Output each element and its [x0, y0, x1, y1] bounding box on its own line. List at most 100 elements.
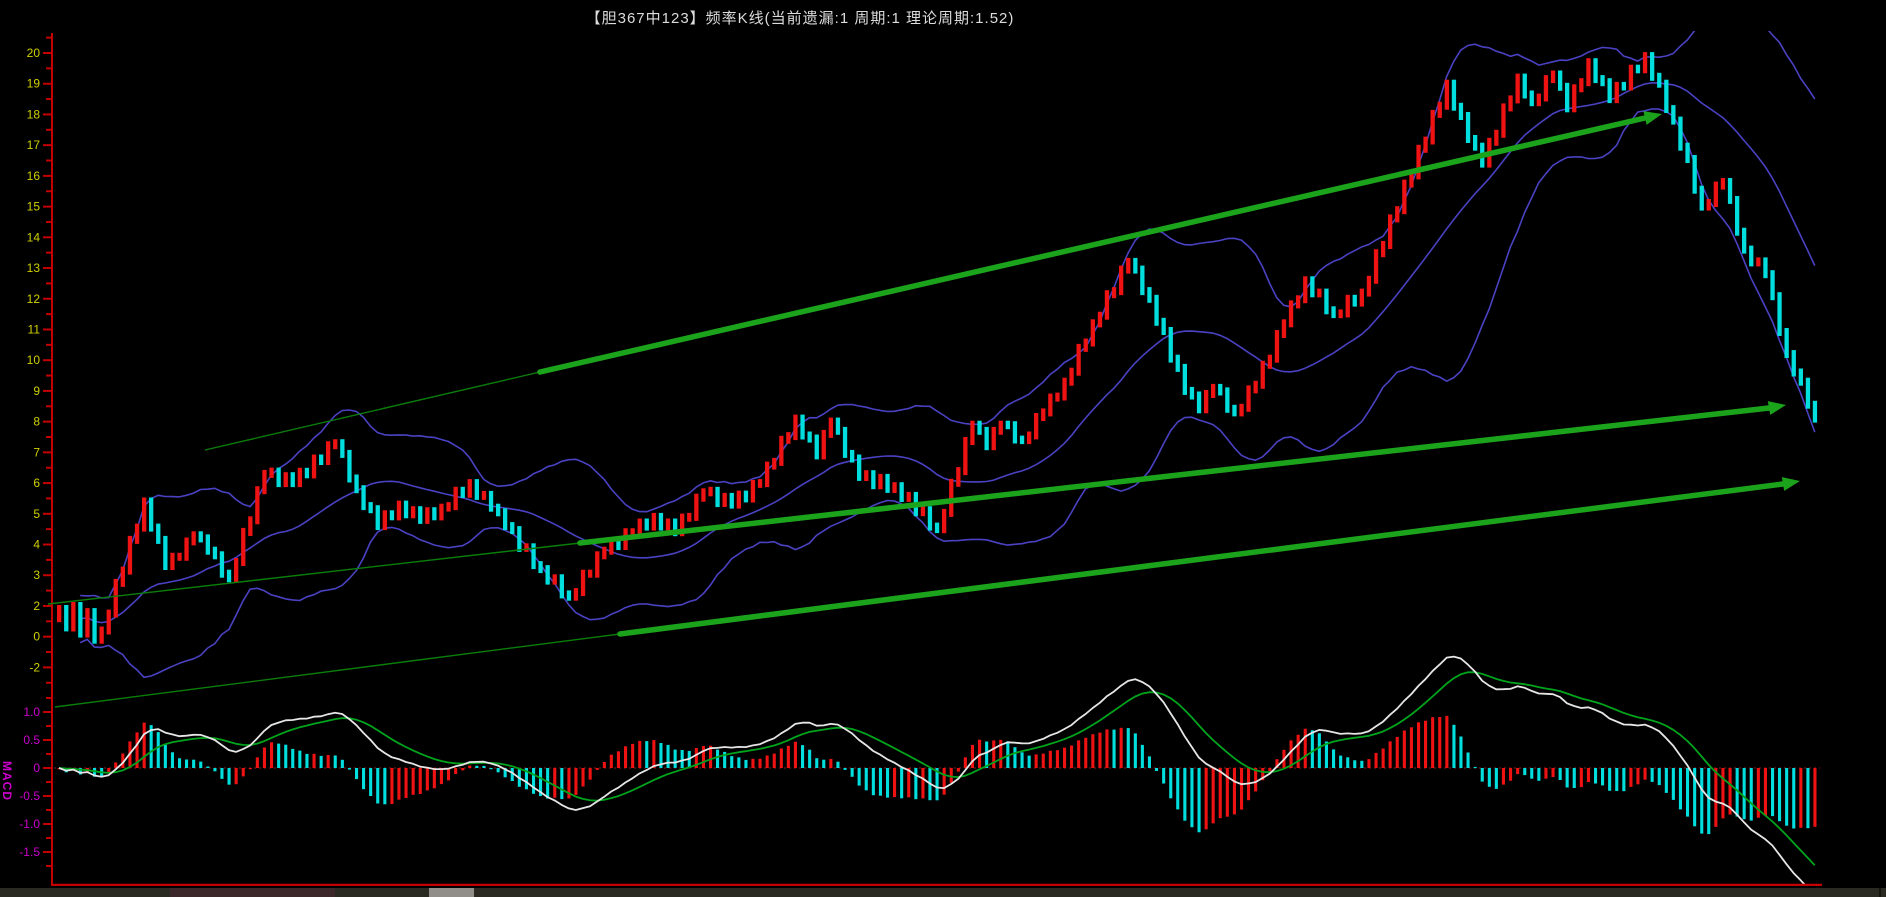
- horizontal-scrollbar[interactable]: [0, 888, 1886, 897]
- macd-bar-up: [1799, 768, 1802, 828]
- macd-bar-down: [865, 768, 868, 790]
- candle-down: [496, 504, 500, 517]
- candle-down: [1473, 135, 1477, 151]
- candle-up: [1275, 330, 1279, 363]
- macd-bar-up: [574, 768, 577, 795]
- candle-up: [269, 468, 273, 478]
- candle-down: [1558, 71, 1562, 91]
- candle-up: [121, 567, 125, 587]
- macd-bar-up: [964, 757, 967, 768]
- candle-up: [524, 543, 528, 552]
- macd-pane-label: MACD: [0, 761, 14, 801]
- candle-up: [1296, 295, 1300, 308]
- macd-bar-down: [914, 768, 917, 799]
- candle-up: [439, 504, 443, 521]
- macd-bar-up: [1509, 768, 1512, 781]
- candle-down: [715, 487, 719, 507]
- macd-bar-down: [808, 750, 811, 768]
- candle-up: [1077, 344, 1081, 376]
- macd-bar-down: [277, 744, 280, 768]
- macd-bar-down: [284, 745, 287, 768]
- candle-down: [538, 561, 542, 573]
- price-axis-label: 19: [27, 77, 41, 91]
- candle-up: [949, 479, 953, 517]
- candle-down: [1331, 306, 1335, 318]
- macd-bar-down: [1134, 733, 1137, 768]
- candle-up: [595, 551, 599, 577]
- price-axis-label: 7: [33, 445, 40, 459]
- macd-bar-down: [1622, 768, 1625, 791]
- macd-pane: [54, 657, 1820, 886]
- candle-down: [659, 513, 663, 531]
- candle-up: [1055, 393, 1059, 402]
- macd-bar-down: [348, 768, 351, 770]
- macd-bar-up: [1424, 721, 1427, 768]
- scrollbar-thumb[interactable]: [429, 888, 474, 897]
- macd-bar-up: [1212, 768, 1215, 823]
- candle-up: [708, 487, 712, 497]
- macd-bar-down: [1495, 768, 1498, 789]
- candle-up: [454, 487, 458, 510]
- candle-down: [199, 531, 203, 542]
- price-axis-label: 20: [27, 46, 41, 60]
- price-axis: 2019181716151413121110987654320-2: [27, 33, 52, 886]
- candle-up: [687, 513, 691, 522]
- macd-axis-label: -1.0: [19, 817, 40, 831]
- macd-bar-up: [1502, 768, 1505, 785]
- chart-canvas[interactable]: 2019181716151413121110987654320-21.00.50…: [0, 0, 1886, 886]
- candle-down: [277, 468, 281, 488]
- candle-up: [326, 441, 330, 465]
- macd-bar-up: [582, 768, 585, 787]
- macd-bar-down: [886, 768, 889, 798]
- macd-bar-down: [1162, 768, 1165, 784]
- candle-down: [340, 439, 344, 458]
- macd-bar-up: [235, 768, 238, 784]
- macd-axis-label: -0.5: [19, 789, 40, 803]
- macd-bar-up: [1552, 768, 1555, 777]
- candle-down: [461, 487, 465, 498]
- candle-up: [1091, 319, 1095, 346]
- candle-up: [581, 570, 585, 596]
- macd-bar-up: [242, 768, 245, 776]
- macd-bar-down: [1523, 768, 1526, 775]
- macd-bar-down: [1559, 768, 1562, 780]
- candle-down: [390, 510, 394, 520]
- candle-down: [305, 468, 309, 479]
- macd-bar-down: [801, 745, 804, 768]
- macd-bar-down: [1481, 768, 1484, 782]
- price-axis-label: 14: [27, 230, 41, 244]
- candle-down: [369, 502, 373, 513]
- macd-bar-up: [957, 768, 960, 772]
- macd-bar-up: [426, 768, 429, 790]
- macd-bar-down: [213, 768, 216, 771]
- candle-up: [1069, 368, 1073, 386]
- trend-arrows: [48, 111, 1800, 707]
- macd-bar-down: [1537, 768, 1540, 781]
- price-axis-label: 16: [27, 169, 41, 183]
- candle-up: [1027, 432, 1031, 445]
- candle-down: [1608, 78, 1612, 103]
- candle-down: [985, 427, 989, 450]
- candle-down: [1622, 82, 1626, 91]
- candle-down: [1728, 178, 1732, 204]
- macd-bar-down: [355, 768, 358, 779]
- candle-down: [800, 415, 804, 440]
- macd-bar-down: [228, 768, 231, 785]
- trend-line-thin: [205, 372, 540, 450]
- macd-bar-down: [1665, 768, 1668, 793]
- candle-up: [1246, 385, 1250, 411]
- candle-up: [1105, 290, 1109, 320]
- scrollbar-range-segment: [170, 888, 335, 897]
- macd-bar-up: [447, 768, 450, 780]
- candle-down: [1459, 103, 1463, 120]
- candle-up: [468, 479, 472, 498]
- macd-bar-down: [1339, 756, 1342, 768]
- macd-bar-down: [157, 732, 160, 768]
- candle-up: [751, 480, 755, 503]
- macd-bar-up: [1382, 749, 1385, 769]
- macd-bar-up: [1714, 768, 1717, 827]
- candle-down: [1792, 350, 1796, 376]
- macd-bar-up: [1304, 729, 1307, 768]
- macd-bar-down: [1806, 768, 1809, 828]
- candle-up: [333, 439, 337, 449]
